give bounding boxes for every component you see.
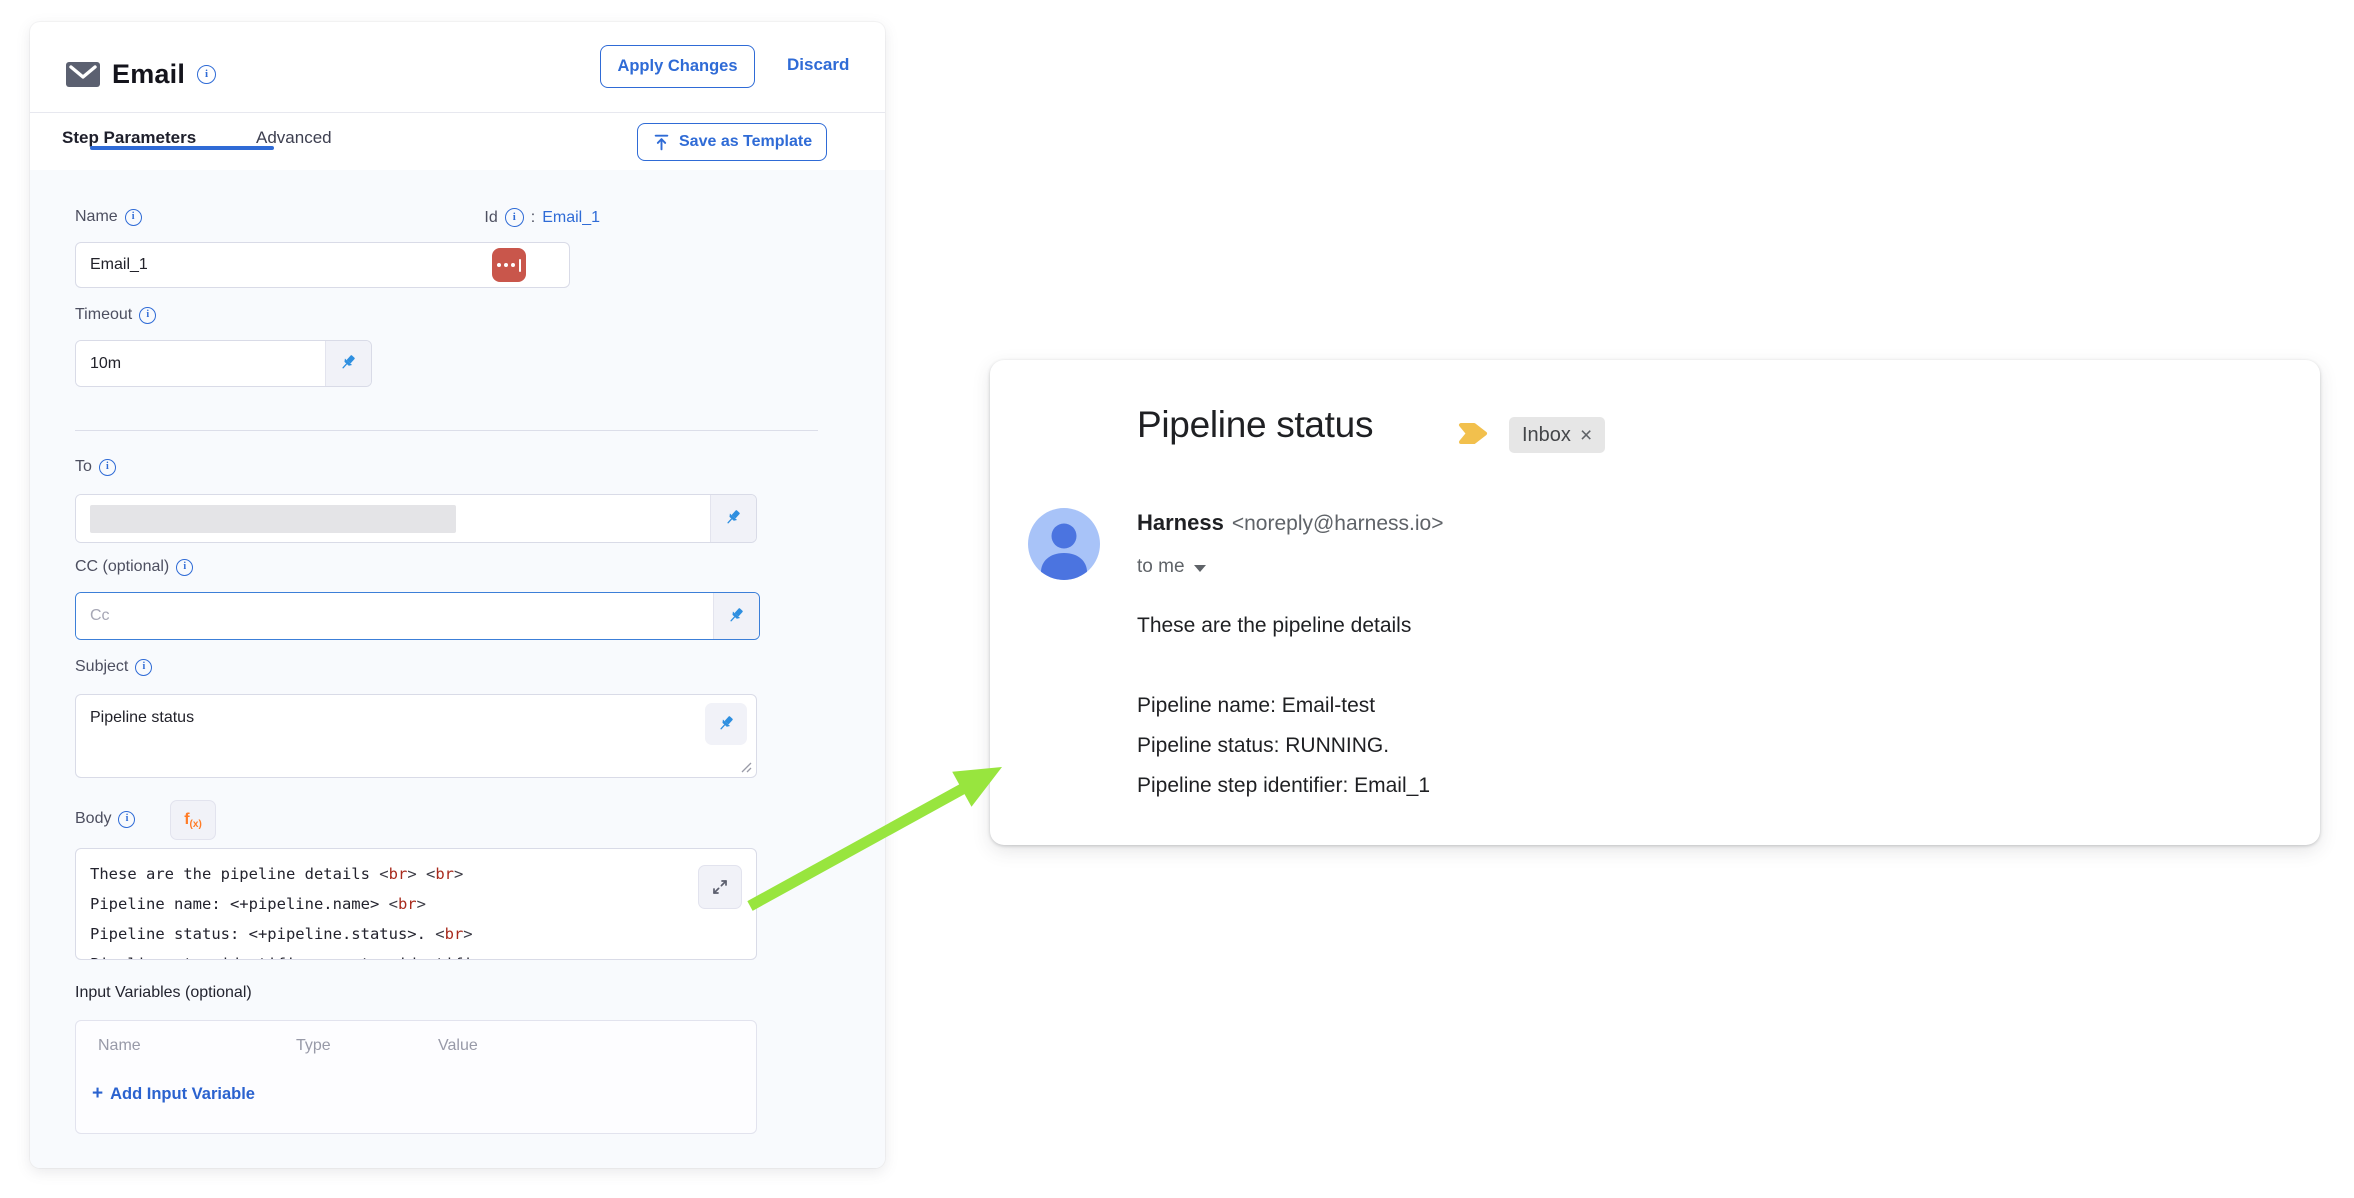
add-input-variable-label: Add Input Variable	[110, 1085, 255, 1104]
plus-icon: +	[92, 1083, 103, 1105]
timeout-label-text: Timeout	[75, 306, 132, 324]
to-pin-button[interactable]	[710, 495, 756, 542]
cc-input[interactable]	[76, 593, 713, 639]
id-value-link[interactable]: Email_1	[542, 209, 600, 227]
email-step-panel: Email i Apply Changes Discard Step Param…	[30, 22, 885, 1168]
timeout-input-group	[75, 340, 372, 387]
active-tab-underline	[90, 146, 274, 150]
subject-textarea[interactable]: Pipeline status	[75, 694, 757, 778]
recipient-label: to me	[1137, 556, 1185, 578]
tab-advanced[interactable]: Advanced	[256, 128, 332, 148]
name-field-label: Name i	[75, 208, 142, 226]
timeout-field-label: Timeout i	[75, 306, 156, 324]
sender-name: Harness	[1137, 510, 1224, 535]
chevron-down-icon	[1194, 565, 1206, 572]
section-divider	[75, 430, 818, 431]
subject-field-label: Subject i	[75, 658, 152, 676]
discard-button[interactable]: Discard	[787, 55, 849, 75]
tabbar: Step Parameters Advanced Save as Templat…	[30, 112, 885, 171]
cc-input-group	[75, 592, 760, 640]
pin-icon	[723, 508, 744, 529]
cc-pin-button[interactable]	[713, 593, 759, 639]
body-textarea[interactable]: These are the pipeline details <br> <br>…	[75, 848, 757, 960]
important-label-icon	[1458, 422, 1489, 445]
column-header-type: Type	[296, 1037, 331, 1055]
id-label-text: Id	[484, 209, 497, 227]
pin-icon	[716, 714, 737, 735]
expand-icon	[710, 877, 730, 897]
pin-icon	[726, 606, 747, 627]
to-label-text: To	[75, 458, 92, 476]
id-row: Id i : Email_1	[484, 208, 600, 227]
timeout-input[interactable]	[76, 341, 325, 386]
inbox-chip-label: Inbox	[1522, 424, 1571, 447]
name-edit-icon[interactable]	[492, 248, 526, 282]
screen: Email i Apply Changes Discard Step Param…	[0, 0, 2354, 1198]
info-icon[interactable]: i	[505, 208, 524, 227]
column-header-value: Value	[438, 1037, 478, 1055]
redacted-to-value	[90, 505, 456, 533]
to-input-group[interactable]	[75, 494, 757, 543]
cc-field-label: CC (optional) i	[75, 558, 193, 576]
body-field-label: Body i	[75, 810, 135, 828]
fx-sub-label: (x)	[190, 819, 202, 830]
email-preview-card: Pipeline status Inbox × Harness <noreply@…	[990, 360, 2320, 845]
to-input[interactable]	[76, 495, 710, 542]
info-icon[interactable]: i	[197, 65, 216, 84]
info-icon[interactable]: i	[99, 459, 116, 476]
expand-body-button[interactable]	[698, 865, 742, 909]
input-variables-card: Name Type Value + Add Input Variable	[75, 1020, 757, 1134]
apply-changes-button[interactable]: Apply Changes	[600, 45, 755, 88]
panel-title: Email	[112, 59, 185, 90]
tab-label: Advanced	[256, 128, 332, 147]
input-variables-label: Input Variables (optional)	[75, 984, 252, 1002]
resize-handle-icon[interactable]	[741, 762, 752, 773]
save-as-template-label: Save as Template	[679, 133, 812, 151]
chip-close-icon[interactable]: ×	[1580, 425, 1592, 446]
info-icon[interactable]: i	[176, 559, 193, 576]
column-header-name: Name	[98, 1037, 141, 1055]
panel-header: Email i	[66, 48, 216, 100]
email-icon	[66, 62, 100, 87]
name-label-text: Name	[75, 208, 118, 226]
email-body: These are the pipeline details Pipeline …	[1137, 606, 1430, 806]
upload-icon	[652, 133, 671, 152]
info-icon[interactable]: i	[125, 209, 142, 226]
timeout-pin-button[interactable]	[325, 341, 371, 386]
cc-label-text: CC (optional)	[75, 558, 169, 576]
tab-step-parameters[interactable]: Step Parameters	[62, 128, 196, 148]
subject-pin-button[interactable]	[705, 703, 747, 745]
subject-label-text: Subject	[75, 658, 128, 676]
to-field-label: To i	[75, 458, 116, 476]
info-icon[interactable]: i	[118, 811, 135, 828]
step-parameters-form: Name i Id i : Email_1 Timeout i	[30, 170, 885, 1168]
sender-email: <noreply@harness.io>	[1232, 512, 1444, 535]
email-subject-title: Pipeline status	[1137, 404, 1373, 446]
expression-fx-button[interactable]: f(x)	[170, 800, 216, 840]
subject-value: Pipeline status	[90, 709, 194, 726]
id-separator: :	[531, 209, 535, 227]
recipient-dropdown[interactable]: to me	[1137, 556, 1206, 578]
sender-avatar[interactable]	[1028, 508, 1100, 580]
info-icon[interactable]: i	[139, 307, 156, 324]
pin-icon	[338, 353, 359, 374]
sender-line: Harness <noreply@harness.io>	[1137, 510, 1443, 536]
tab-label: Step Parameters	[62, 128, 196, 147]
body-label-text: Body	[75, 810, 111, 828]
save-as-template-button[interactable]: Save as Template	[637, 123, 827, 161]
add-input-variable-button[interactable]: + Add Input Variable	[92, 1083, 255, 1105]
info-icon[interactable]: i	[135, 659, 152, 676]
body-code-lines: These are the pipeline details <br> <br>…	[90, 859, 742, 960]
inbox-label-chip[interactable]: Inbox ×	[1509, 417, 1605, 453]
